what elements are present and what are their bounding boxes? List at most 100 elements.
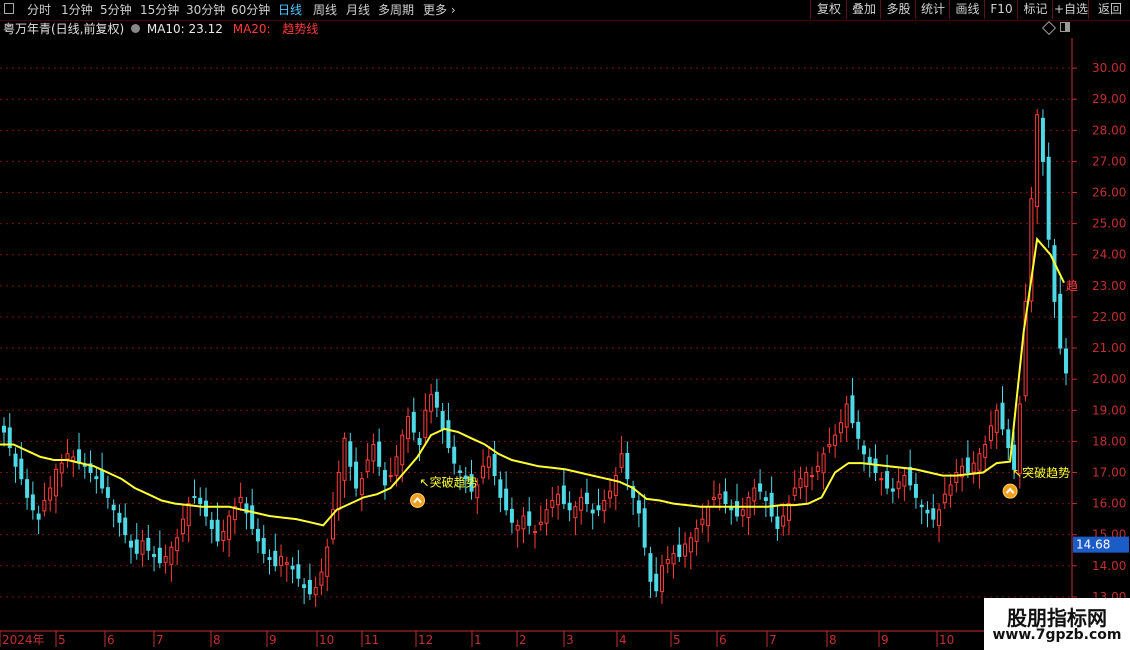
candle-body — [838, 422, 843, 434]
candle-body — [613, 475, 618, 496]
toolbar-button-5[interactable]: F10 — [984, 0, 1018, 19]
candle-body — [798, 478, 803, 489]
candle-body — [342, 437, 347, 481]
x-tick-label: 9 — [881, 633, 889, 647]
toolbar-button-0[interactable]: 复权 — [810, 0, 847, 19]
candle-body — [931, 508, 936, 520]
candle-body — [302, 584, 307, 589]
candle-body — [221, 531, 226, 542]
candle-body — [400, 434, 405, 466]
toolbar-button-1[interactable]: 叠加 — [846, 0, 881, 19]
candle-body — [157, 547, 162, 564]
period-tab-9[interactable]: 多周期 — [378, 1, 414, 19]
candle-body — [810, 475, 815, 478]
ma20-label: MA20: — [232, 22, 271, 36]
candle-body — [53, 468, 58, 497]
candle-body — [561, 485, 566, 505]
x-tick-label: 3 — [566, 633, 574, 647]
period-tab-8[interactable]: 月线 — [346, 1, 370, 19]
period-tab-6[interactable]: 日线 — [278, 1, 302, 19]
candle-body — [94, 476, 99, 480]
candle-body — [885, 471, 890, 489]
menu-icon[interactable] — [4, 3, 14, 14]
candle-body — [509, 508, 514, 523]
trend-edge-label: 趋 — [1066, 279, 1078, 293]
diamond-icon[interactable] — [1041, 20, 1057, 36]
candle-body — [596, 505, 601, 511]
candle-body — [336, 471, 341, 510]
candlestick-chart[interactable]: ↖突破趋势↖突破趋势趋 13.0014.0015.0016.0017.0018.… — [0, 0, 1130, 650]
y-tick-label: 19.00 — [1092, 403, 1126, 417]
candle-body — [42, 499, 47, 512]
candle-body — [960, 465, 965, 478]
candle-body — [486, 456, 491, 468]
candle-body — [232, 506, 237, 521]
candle-body — [913, 484, 918, 498]
candle-body — [198, 497, 203, 505]
candle-body — [504, 488, 509, 511]
period-toolbar: 分时 1分钟 5分钟 15分钟 30分钟 60分钟 日线 周线 月线 多周期 更多 › 复权 叠加 多股… — [0, 0, 1130, 21]
candle-body — [1046, 156, 1051, 240]
candle-body — [13, 453, 18, 467]
last-price-label: 14.68 — [1076, 538, 1110, 552]
candle-body — [850, 395, 855, 424]
candle-body — [723, 491, 728, 505]
candle-body — [752, 487, 757, 502]
breakout-signal-icon — [410, 492, 426, 508]
candle-body — [654, 573, 659, 592]
toolbar-button-4[interactable]: 画线 — [949, 0, 985, 19]
toolbar-button-3[interactable]: 统计 — [915, 0, 950, 19]
chevron-up-icon — [413, 496, 422, 504]
candle-body — [579, 496, 584, 511]
period-tab-4[interactable]: 30分钟 — [186, 1, 225, 19]
candle-body — [2, 425, 6, 433]
candle-body — [683, 543, 688, 557]
period-tab-1[interactable]: 1分钟 — [61, 1, 93, 19]
x-tick-label: 6 — [107, 633, 115, 647]
candle-body — [994, 409, 999, 433]
candle-body — [498, 479, 503, 498]
layout-toggle-icon[interactable] — [1060, 22, 1070, 32]
y-tick-label: 23.00 — [1092, 279, 1126, 293]
candle-body — [544, 509, 549, 524]
period-tab-3[interactable]: 15分钟 — [140, 1, 179, 19]
candle-body — [325, 546, 330, 577]
candle-body — [856, 421, 861, 439]
y-tick-label: 16.00 — [1092, 497, 1126, 511]
period-tab-5[interactable]: 60分钟 — [231, 1, 270, 19]
candle-body — [556, 493, 561, 506]
candle-body — [117, 512, 122, 523]
x-tick-label: 8 — [213, 633, 221, 647]
candle-body — [100, 469, 105, 489]
candle-body — [769, 492, 774, 517]
period-tab-7[interactable]: 周线 — [313, 1, 337, 19]
candle-body — [1006, 429, 1011, 449]
toolbar-button-7[interactable]: +自选 — [1052, 0, 1089, 19]
candle-body — [319, 571, 324, 586]
toolbar-button-6[interactable]: 标记 — [1017, 0, 1053, 19]
candle-body — [954, 471, 959, 483]
candle-body — [619, 453, 624, 468]
candle-body — [833, 434, 838, 446]
candle-body — [71, 456, 76, 461]
candle-body — [711, 496, 716, 501]
period-tab-10[interactable]: 更多 › — [423, 1, 456, 19]
candle-body — [365, 459, 370, 473]
candle-body — [440, 410, 445, 430]
candle-body — [128, 540, 133, 548]
candle-body — [786, 503, 791, 521]
candle-body — [429, 394, 434, 412]
period-tab-0[interactable]: 分时 — [27, 1, 51, 19]
candle-body — [988, 425, 993, 441]
candle-body — [434, 391, 439, 408]
y-tick-label: 26.00 — [1092, 186, 1126, 200]
candle-body — [533, 531, 537, 534]
toolbar-button-2[interactable]: 多股 — [880, 0, 916, 19]
toolbar-button-8[interactable]: 返回 — [1088, 0, 1130, 19]
candle-body — [665, 559, 670, 564]
period-tab-2[interactable]: 5分钟 — [100, 1, 132, 19]
candle-body — [717, 493, 722, 499]
dropdown-icon[interactable] — [131, 24, 141, 33]
candle-body — [1035, 114, 1040, 208]
candle-body — [19, 458, 24, 480]
